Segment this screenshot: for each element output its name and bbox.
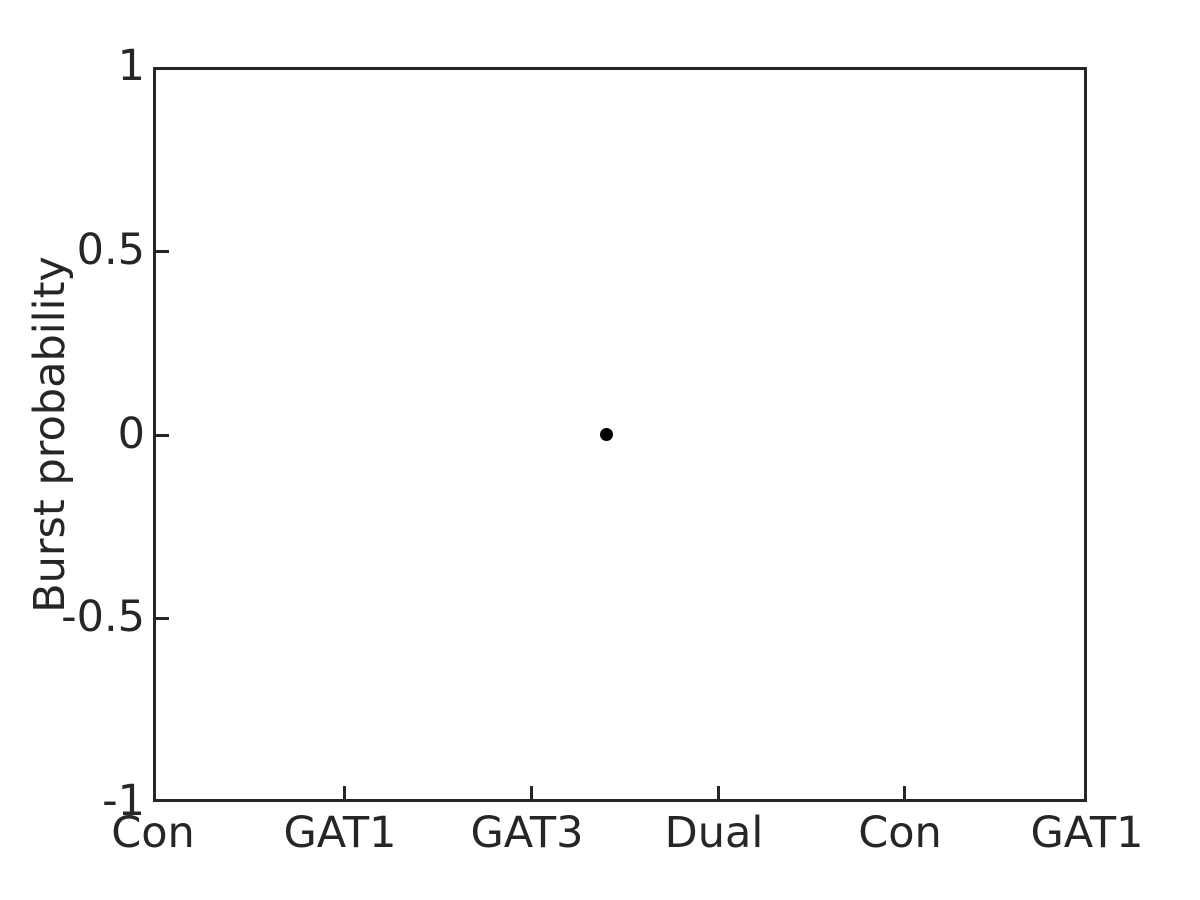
y-tick-label-0-5: 0.5 bbox=[76, 225, 145, 275]
data-point[interactable] bbox=[599, 427, 613, 441]
y-tick-mark-0 bbox=[156, 434, 169, 437]
plot-area[interactable] bbox=[153, 67, 1087, 802]
y-tick-label-1: 1 bbox=[117, 41, 145, 91]
y-tick-label-neg0-5: -0.5 bbox=[61, 592, 145, 642]
y-tick-label-0: 0 bbox=[117, 409, 145, 459]
y-tick-mark-neg0-5 bbox=[156, 617, 169, 620]
x-tick-mark-2 bbox=[343, 786, 346, 799]
y-tick-mark-0-5 bbox=[156, 250, 169, 253]
figure-canvas: Burst probability 1 0.5 0 -0.5 -1 Con GA… bbox=[0, 0, 1200, 900]
x-tick-mark-5 bbox=[903, 786, 906, 799]
x-tick-mark-4 bbox=[717, 786, 720, 799]
x-tick-label-6: GAT1 bbox=[1030, 808, 1144, 858]
x-tick-mark-3 bbox=[530, 786, 533, 799]
